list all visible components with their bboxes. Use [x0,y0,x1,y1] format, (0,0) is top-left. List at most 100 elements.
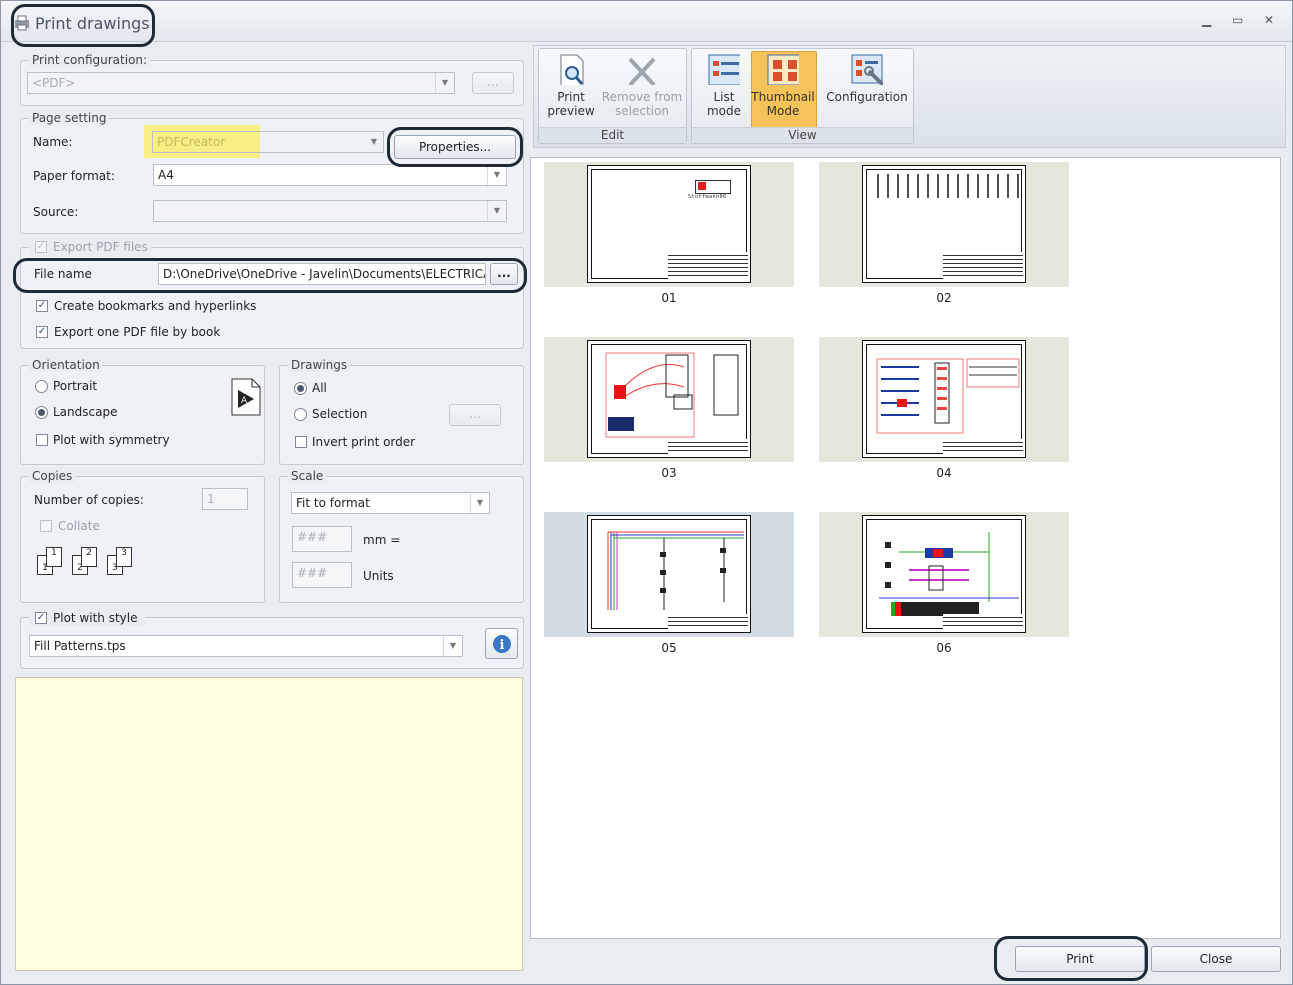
all-radio[interactable] [294,382,307,395]
number-of-copies-input[interactable]: 1 [202,488,248,510]
thumbnail-03[interactable] [544,337,794,462]
sheet-05 [587,515,751,633]
paper-format-combo[interactable]: A4 ▼ [153,164,507,186]
collate-pages-icon: 1 1 2 2 3 3 [37,547,147,577]
landscape-label: Landscape [53,405,118,419]
remove-selection-label-1: Remove from [601,90,683,104]
scale-group: Scale Fit to format ▼ ### mm = ### Units [279,469,524,603]
sheet-05-schematic [607,531,744,610]
print-drawings-window: Print drawings ▁ ▭ ✕ Print configuration… [0,0,1293,985]
remove-from-selection-button[interactable]: Remove from selection [599,53,685,118]
configuration-button[interactable]: Configuration [822,53,912,104]
properties-button[interactable]: Properties... [394,135,516,159]
symmetry-label: Plot with symmetry [53,433,170,447]
title-bar: Print drawings ▁ ▭ ✕ [1,1,1292,42]
thumbnail-preview-area: Stoffmann06 01 02 03 04 05 06 [530,157,1281,939]
svg-text:A: A [241,396,248,406]
sheet-01-company: Stoffmann06 [688,194,727,200]
chevron-down-icon: ▼ [435,73,454,93]
export-pdf-legend-wrap: ✓ Export PDF files [29,239,151,257]
file-name-label: File name [34,267,92,281]
remove-selection-label-2: selection [615,104,669,118]
info-icon: i [492,635,511,653]
invert-order-checkbox[interactable] [295,436,307,448]
sheet-01: Stoffmann06 [587,165,751,283]
print-preview-button[interactable]: Print preview [543,53,599,118]
list-mode-button[interactable]: List mode [698,53,750,118]
chevron-down-icon: ▼ [370,137,378,146]
thumbnail-05[interactable] [544,512,794,637]
portrait-radio[interactable] [35,380,48,393]
number-of-copies-label: Number of copies: [34,493,144,507]
printer-name-combo[interactable]: PDFCreator ▼ [152,131,384,153]
scale-combo[interactable]: Fit to format ▼ [291,492,490,514]
scale-mm-input[interactable]: ### [292,526,352,552]
ribbon-edit-group: Print preview Remove from selection Edit [538,48,687,144]
plot-style-group: ✓ Plot with style Fill Patterns.tps ▼ i [20,610,524,669]
thumbnail-06-label: 06 [936,641,952,655]
file-name-browse-button[interactable]: ... [490,263,518,285]
paper-format-value: A4 [158,168,174,182]
print-configuration-browse-button[interactable]: ... [472,72,514,94]
sheet-02-table [869,174,1021,198]
file-name-input[interactable]: D:\OneDrive\OneDrive - Javelin\Documents… [158,263,486,285]
plot-style-label: Plot with style [53,611,138,625]
all-label: All [312,381,327,395]
plot-style-value: Fill Patterns.tps [34,639,126,653]
minimize-button[interactable]: ▁ [1202,13,1211,27]
bookmarks-checkbox[interactable]: ✓ [36,300,48,312]
thumbnail-04[interactable] [819,337,1069,462]
sheet-05-title-block [668,614,748,629]
bookmarks-label: Create bookmarks and hyperlinks [54,299,257,313]
plot-style-combo[interactable]: Fill Patterns.tps ▼ [29,635,463,657]
export-pdf-checkbox[interactable]: ✓ [35,241,47,253]
collate-checkbox[interactable] [40,520,52,532]
plot-style-checkbox[interactable]: ✓ [35,612,47,624]
close-window-button[interactable]: ✕ [1264,13,1274,27]
mm-label: mm = [363,533,401,547]
chevron-down-icon: ▼ [470,493,489,513]
print-preview-icon [560,54,584,88]
sheet-02-title-block [943,252,1023,279]
sheet-02 [862,165,1026,283]
thumbnail-02[interactable] [819,162,1069,287]
close-button[interactable]: Close [1151,946,1281,972]
thumbnail-mode-label-2: Mode [766,104,800,118]
print-button[interactable]: Print [1015,946,1145,972]
thumbnail-02-label: 02 [936,291,952,305]
print-configuration-value: <PDF> [32,76,76,90]
print-configuration-legend: Print configuration: [29,53,151,67]
collate-label: Collate [58,519,100,533]
landscape-radio[interactable] [35,406,48,419]
print-configuration-group: Print configuration: <PDF> ▼ ... [20,53,524,106]
invert-order-label: Invert print order [312,435,416,449]
export-pdf-label: Export PDF files [53,240,148,254]
symmetry-checkbox[interactable] [36,434,48,446]
selection-radio[interactable] [294,408,307,421]
style-info-button[interactable]: i [485,628,518,659]
sheet-01-title-block [668,252,748,279]
thumbnail-mode-button[interactable]: Thumbnail Mode [750,53,816,118]
one-pdf-checkbox[interactable]: ✓ [36,326,48,338]
window-title: Print drawings [35,14,150,33]
copies-legend: Copies [29,469,76,483]
scale-legend: Scale [288,469,327,483]
print-configuration-combo[interactable]: <PDF> ▼ [27,72,455,94]
sheet-01-logo [695,180,731,194]
selection-browse-button[interactable]: ... [449,404,501,426]
drawings-group: Drawings All Selection ... Invert print … [279,358,524,465]
orientation-group: Orientation Portrait Landscape Plot with… [20,358,265,465]
svg-text:i: i [499,638,504,653]
maximize-button[interactable]: ▭ [1232,13,1243,27]
source-combo[interactable]: ▼ [153,200,507,222]
thumbnail-mode-icon [767,54,803,86]
scale-value: Fit to format [296,496,370,510]
thumbnail-01[interactable]: Stoffmann06 [544,162,794,287]
export-pdf-group: ✓ Export PDF files File name D:\OneDrive… [20,239,524,349]
sheet-03 [587,340,751,458]
scale-units-input[interactable]: ### [292,562,352,588]
sheet-03-schematic [605,352,739,438]
configuration-label: Configuration [826,90,908,104]
thumbnail-06[interactable] [819,512,1069,637]
thumbnail-04-label: 04 [936,466,952,480]
